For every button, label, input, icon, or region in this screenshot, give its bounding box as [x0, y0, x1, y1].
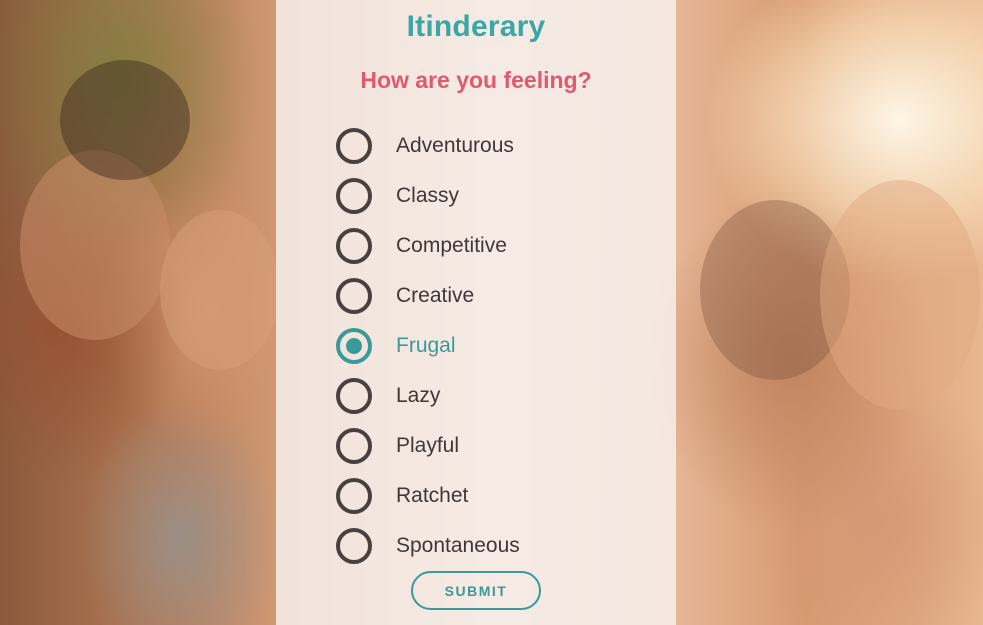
option-label: Frugal — [396, 334, 456, 357]
photo-figure — [60, 60, 190, 180]
option-creative[interactable]: Creative — [336, 271, 520, 321]
photo-figure — [820, 180, 980, 410]
option-label: Classy — [396, 184, 460, 207]
radio-button[interactable] — [336, 178, 372, 214]
option-label: Adventurous — [396, 134, 514, 157]
radio-button[interactable] — [336, 378, 372, 414]
radio-button[interactable] — [336, 528, 372, 564]
option-frugal[interactable]: Frugal — [336, 321, 520, 371]
option-label: Playful — [396, 434, 460, 457]
radio-button[interactable] — [336, 278, 372, 314]
submit-button[interactable]: SUBMIT — [411, 571, 541, 610]
option-label: Ratchet — [396, 484, 469, 507]
radio-button[interactable] — [336, 478, 372, 514]
photo-figure — [20, 150, 170, 340]
page: Itinderary How are you feeling? Adventur… — [0, 0, 983, 625]
option-label: Competitive — [396, 234, 507, 257]
option-adventurous[interactable]: Adventurous — [336, 121, 520, 171]
app-title: Itinderary — [406, 10, 546, 43]
radio-button-selected[interactable] — [336, 328, 372, 364]
form-panel: Itinderary How are you feeling? Adventur… — [276, 0, 676, 625]
option-ratchet[interactable]: Ratchet — [336, 471, 520, 521]
radio-button[interactable] — [336, 228, 372, 264]
option-spontaneous[interactable]: Spontaneous — [336, 521, 520, 571]
photo-figure — [160, 210, 280, 370]
option-classy[interactable]: Classy — [336, 171, 520, 221]
option-label: Spontaneous — [396, 534, 520, 557]
option-label: Creative — [396, 284, 475, 307]
radio-button[interactable] — [336, 128, 372, 164]
option-label: Lazy — [396, 384, 441, 407]
mood-options: Adventurous Classy Competitive Creative … — [336, 121, 520, 571]
question-heading: How are you feeling? — [360, 67, 592, 93]
radio-button[interactable] — [336, 428, 372, 464]
option-playful[interactable]: Playful — [336, 421, 520, 471]
option-lazy[interactable]: Lazy — [336, 371, 520, 421]
option-competitive[interactable]: Competitive — [336, 221, 520, 271]
